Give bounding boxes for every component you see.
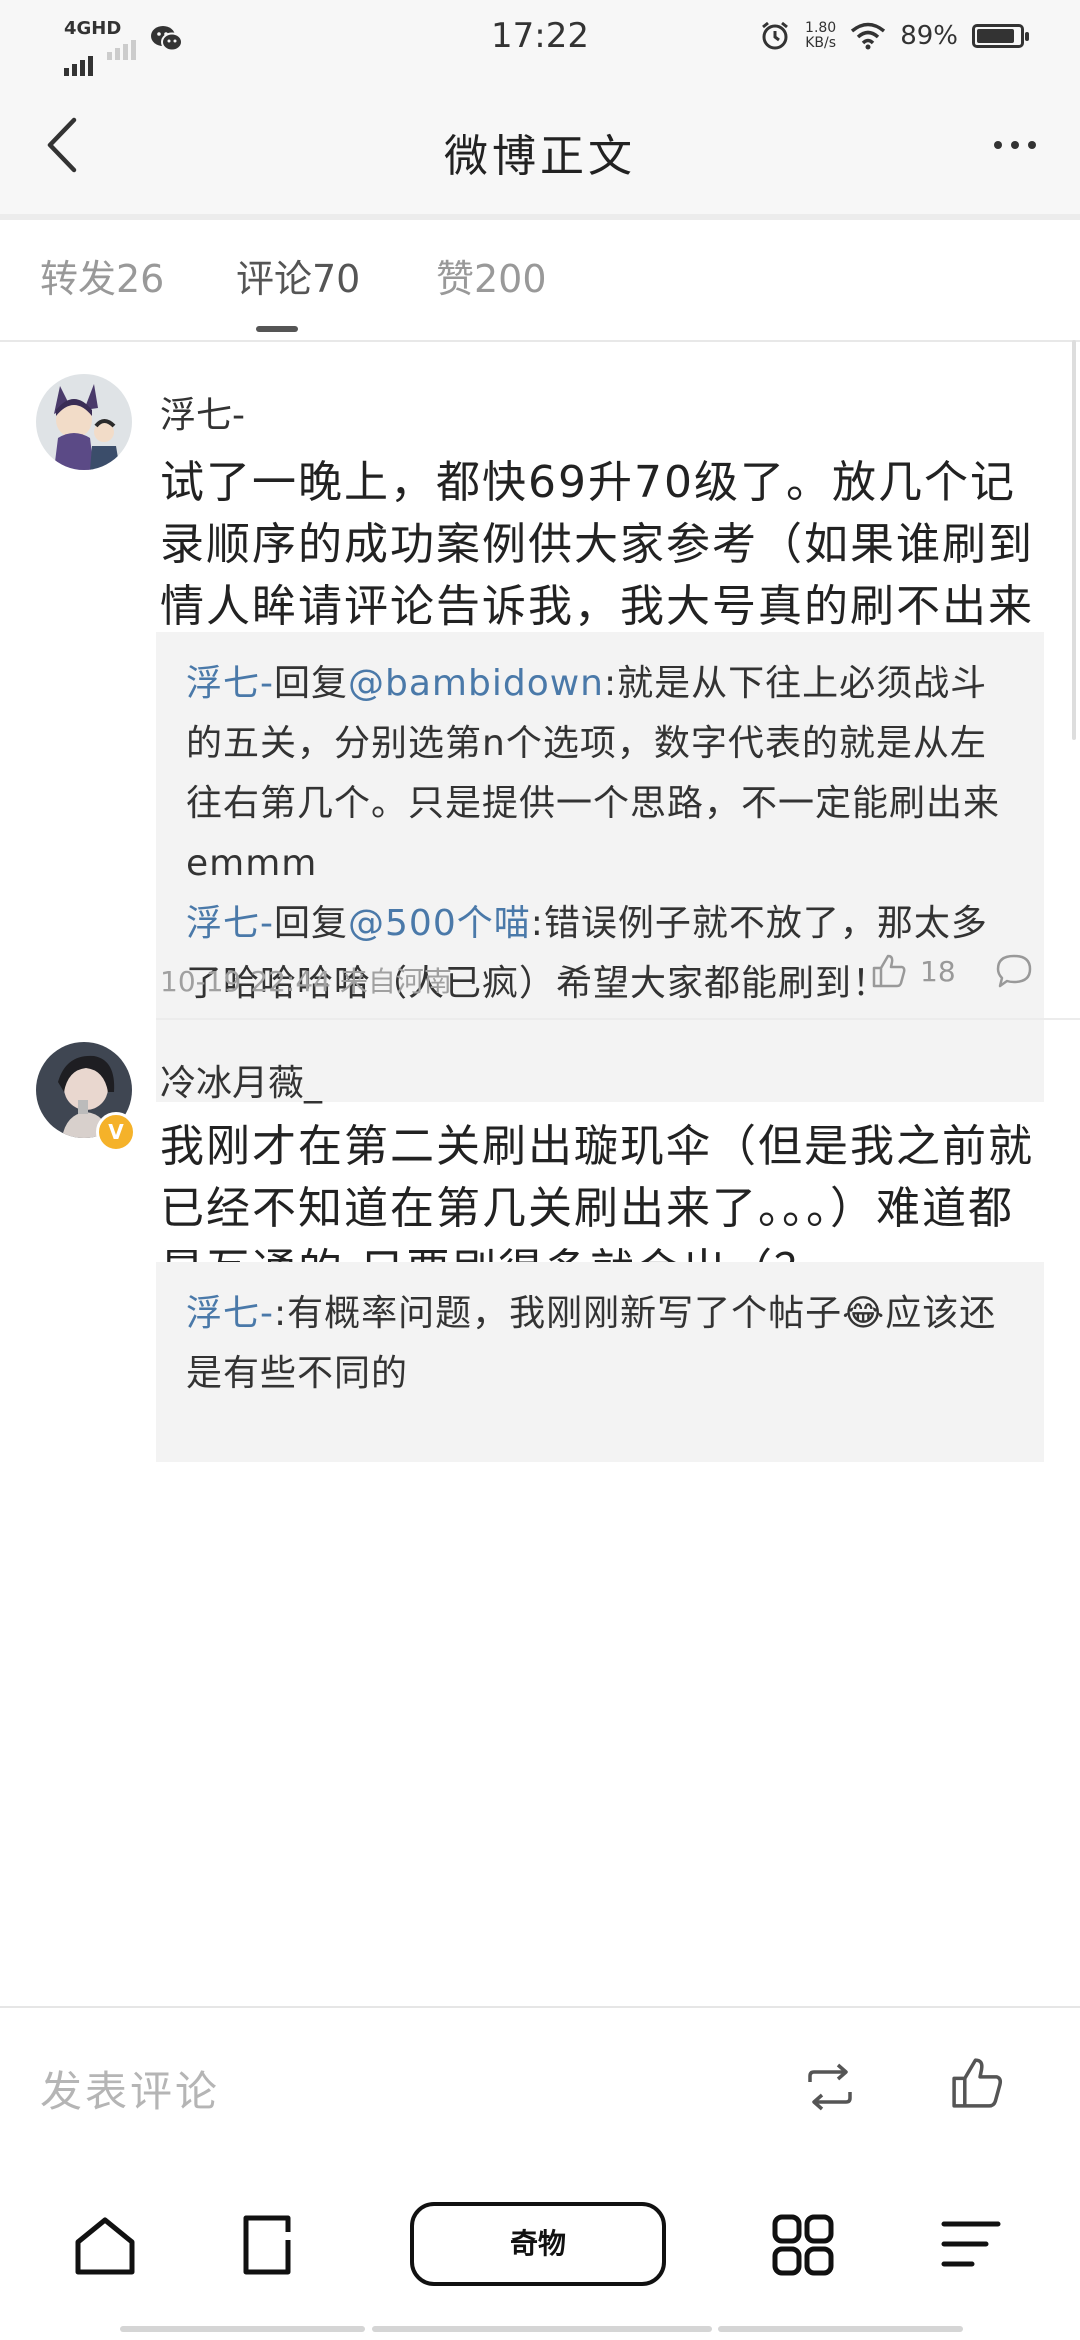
reply-username[interactable]: 浮七- — [186, 663, 274, 704]
more-dot-icon — [994, 141, 1002, 149]
scrollbar[interactable] — [1072, 340, 1076, 740]
like-post-button[interactable] — [948, 2054, 1006, 2116]
compose-icon — [243, 2215, 291, 2275]
reply-preview-box[interactable]: 浮七-:有概率问题，我刚刚新写了个帖子😂应该还是有些不同的 — [156, 1262, 1044, 1462]
comment-reply-button[interactable] — [994, 952, 1034, 994]
speech-bubble-icon — [996, 954, 1032, 988]
comment-like-count: 18 — [920, 954, 956, 988]
tab-bar: 转发26 评论70 赞200 — [0, 220, 1080, 342]
verified-badge: V — [96, 1112, 136, 1152]
tab-reposts[interactable]: 转发26 — [40, 248, 164, 303]
bottom-navigation: 奇物 — [0, 2156, 1080, 2340]
tab-comments[interactable]: 评论70 — [236, 248, 360, 303]
alarm-icon — [762, 21, 788, 50]
user-avatar-image — [36, 374, 132, 470]
nav-qiwu-button[interactable]: 奇物 — [410, 2202, 666, 2286]
nav-compose-button[interactable] — [238, 2212, 304, 2282]
comment-like-button[interactable]: 18 — [870, 952, 956, 990]
thumbs-up-icon — [872, 954, 906, 988]
active-tab-indicator — [256, 326, 298, 332]
battery-icon — [972, 24, 1029, 48]
reply-line: 浮七-回复@bambidown:就是从下往上必须战斗的五关，分别选第n个选项，数… — [186, 654, 1014, 894]
wifi-icon — [851, 22, 886, 50]
avatar[interactable] — [36, 374, 132, 470]
reply-verb: 回复 — [274, 903, 349, 944]
navigation-bar: 微博正文 — [0, 80, 1080, 220]
reply-verb: 回复 — [274, 663, 349, 704]
page-title: 微博正文 — [444, 131, 636, 182]
battery-percent: 89% — [900, 21, 958, 51]
nav-home-button[interactable] — [72, 2212, 138, 2282]
more-dot-icon — [1011, 141, 1019, 149]
network-speed-unit: KB/s — [805, 35, 837, 51]
status-icons: 1.80 KB/s 89% — [759, 20, 1029, 52]
more-dot-icon — [1028, 141, 1036, 149]
gesture-bar-segment — [372, 2326, 712, 2332]
nav-menu-button[interactable] — [938, 2212, 1004, 2282]
reply-mention[interactable]: @500个喵 — [348, 903, 531, 944]
home-icon — [75, 2217, 135, 2275]
comment-username[interactable]: 冷冰月薇_ — [160, 1054, 322, 1106]
battery-level-fill — [977, 29, 1014, 43]
grid-icon — [772, 2214, 834, 2276]
reply-mention[interactable]: @bambidown — [348, 663, 604, 704]
reply-preview-box[interactable]: 浮七-回复@bambidown:就是从下往上必须战斗的五关，分别选第n个选项，数… — [156, 632, 1044, 1102]
tab-likes[interactable]: 赞200 — [436, 248, 547, 303]
reply-username[interactable]: 浮七- — [186, 1293, 274, 1334]
gesture-bar-segment — [120, 2326, 365, 2332]
comment-input-bar: 发表评论 — [0, 2006, 1080, 2158]
comment-list[interactable]: 浮七- 试了一晚上，都快69升70级了。放几个记录顺序的成功案例供大家参考（如果… — [0, 342, 1080, 2004]
thumbs-up-icon — [952, 2058, 1003, 2108]
network-speed: 1.80 KB/s — [805, 21, 836, 51]
comment-username[interactable]: 浮七- — [160, 386, 245, 438]
comment-input[interactable]: 发表评论 — [40, 2058, 220, 2119]
reply-text: :有概率问题，我刚刚新写了个帖子😂应该还是有些不同的 — [186, 1293, 997, 1394]
more-options-button[interactable] — [980, 120, 1050, 170]
reply-username[interactable]: 浮七- — [186, 903, 274, 944]
gesture-bar-segment — [718, 2326, 963, 2332]
network-speed-value: 1.80 — [805, 20, 837, 36]
repost-icon — [808, 2063, 852, 2111]
comment-meta: 10-19 22:44 来自河南 — [160, 965, 452, 998]
nav-apps-button[interactable] — [770, 2212, 836, 2282]
comment-divider — [156, 1018, 1080, 1020]
status-bar: 4GHD 17:22 1.80 KB/s 89% — [0, 0, 1080, 80]
repost-button[interactable] — [800, 2062, 860, 2116]
menu-icon — [941, 2221, 1001, 2267]
